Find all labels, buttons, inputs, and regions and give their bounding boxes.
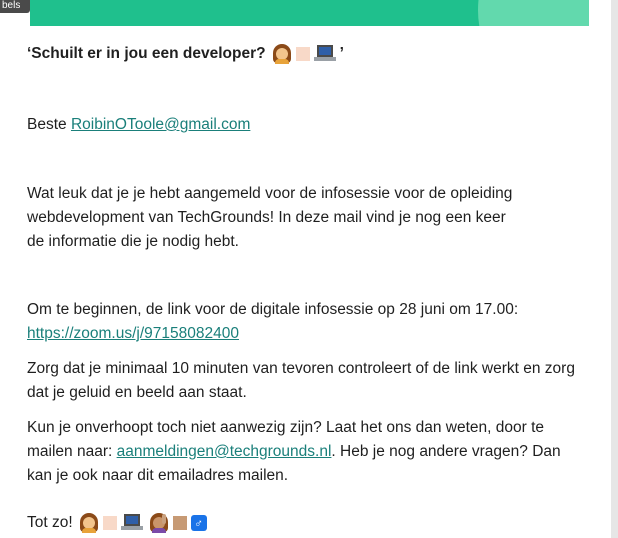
absent-line: Kun je onverhoopt toch niet aanwezig zij…: [27, 419, 545, 436]
woman-raising-hand-icon: [149, 513, 169, 533]
signoff-text: Tot zo!: [27, 514, 73, 531]
greeting-line: Beste RoibinOToole@gmail.com: [27, 113, 597, 137]
scrollbar-track[interactable]: [611, 0, 618, 538]
intro-line: Wat leuk dat je je hebt aangemeld voor d…: [27, 185, 513, 202]
check-paragraph: Zorg dat je minimaal 10 minuten van tevo…: [27, 357, 597, 405]
woman-technologist-icon: [272, 44, 292, 64]
absent-prefix: mailen naar:: [27, 443, 117, 460]
recipient-email-link[interactable]: RoibinOToole@gmail.com: [71, 116, 250, 133]
zoom-link[interactable]: https://zoom.us/j/97158082400: [27, 325, 239, 342]
header-banner: [30, 0, 589, 26]
link-intro-line: Om te beginnen, de link voor de digitale…: [27, 301, 519, 318]
heading-text: ‘Schuilt er in jou een developer?: [27, 45, 266, 62]
link-paragraph: Om te beginnen, de link voor de digitale…: [27, 298, 597, 346]
email-body: ‘Schuilt er in jou een developer? ’ Best…: [27, 40, 597, 535]
signoff-line: Tot zo! ♂: [27, 511, 597, 535]
check-line: Zorg dat je minimaal 10 minuten van tevo…: [27, 360, 575, 377]
woman-technologist-icon: [79, 513, 99, 533]
intro-paragraph: Wat leuk dat je je hebt aangemeld voor d…: [27, 182, 597, 254]
skin-tone-icon: [172, 516, 187, 530]
intro-line: webdevelopment van TechGrounds! In deze …: [27, 209, 506, 226]
check-line: dat je geluid en beeld aan staat.: [27, 384, 247, 401]
skin-tone-icon: [102, 516, 117, 530]
absent-suffix: . Heb je nog andere vragen? Dan: [331, 443, 561, 460]
laptop-icon: [120, 514, 143, 532]
absent-line: mailen naar: aanmeldingen@techgrounds.nl…: [27, 440, 597, 464]
contact-email-link[interactable]: aanmeldingen@techgrounds.nl: [117, 443, 332, 460]
absent-paragraph: Kun je onverhoopt toch niet aanwezig zij…: [27, 416, 597, 488]
email-frame: bels ‘Schuilt er in jou een developer? ’…: [0, 0, 618, 538]
absent-line: kan je ook naar dit emailadres mailen.: [27, 467, 289, 484]
top-tag: bels: [0, 0, 30, 13]
banner-decoration: [478, 0, 589, 26]
email-heading: ‘Schuilt er in jou een developer? ’: [27, 40, 597, 68]
intro-line: de informatie die je nodig hebt.: [27, 233, 239, 250]
laptop-icon: [313, 45, 336, 63]
skin-tone-icon: [295, 47, 310, 61]
male-sign-icon: ♂: [190, 515, 207, 531]
heading-quote-tail: ’: [339, 45, 344, 62]
greeting-prefix: Beste: [27, 116, 71, 133]
